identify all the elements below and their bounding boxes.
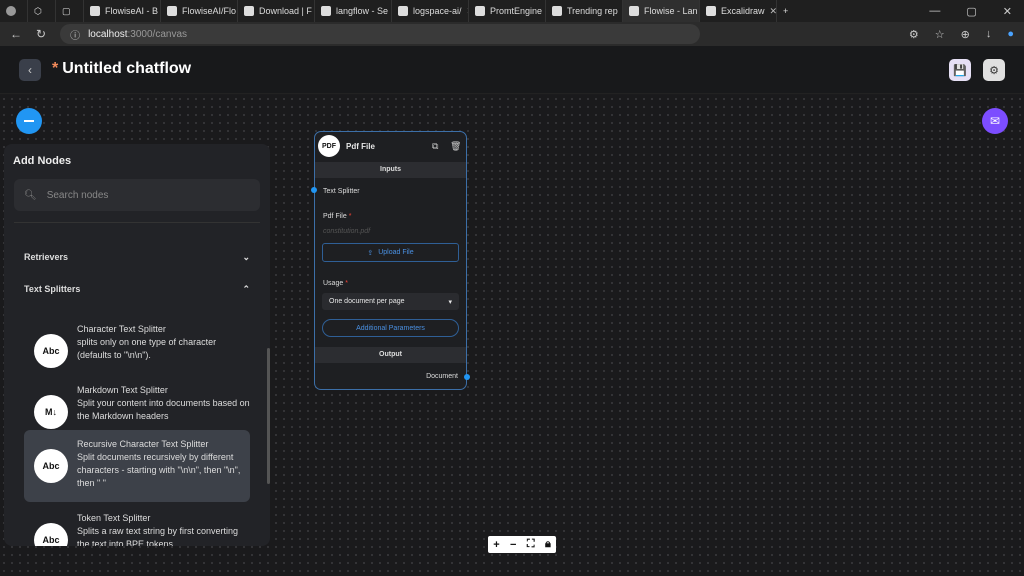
pdf-file-node[interactable]: PDF Pdf File ⧉ 🗑︎ Inputs Text Splitter P… xyxy=(314,131,467,390)
page-title: * Untitled chatflow xyxy=(52,60,192,77)
back-button[interactable]: ‹ xyxy=(19,59,41,81)
downloads-icon[interactable]: ↓ xyxy=(986,28,992,41)
output-section: Output xyxy=(315,347,466,363)
upload-icon: ⇪ xyxy=(367,249,374,257)
new-tab-button[interactable]: + xyxy=(777,0,801,22)
close-tab-icon[interactable]: ✕ xyxy=(770,6,776,17)
additional-parameters-button[interactable]: Additional Parameters xyxy=(322,319,459,337)
zoom-controls: + − ⛶ 🔒︎ xyxy=(488,536,556,553)
maximize-icon[interactable]: ▢ xyxy=(966,5,976,18)
extensions-icon[interactable]: ⚙ xyxy=(909,28,919,41)
node-type-icon: M↓ xyxy=(34,395,68,429)
pdf-icon: PDF xyxy=(318,135,340,157)
upload-file-button[interactable]: ⇪ Upload File xyxy=(322,243,459,262)
canvas-header: ‹ * Untitled chatflow 💾 ⚙ xyxy=(0,46,1024,94)
category-text-splitters[interactable]: Text Splitters ⌃ xyxy=(24,284,250,295)
fit-view-icon[interactable]: ⛶ xyxy=(527,538,535,551)
inputs-section: Inputs xyxy=(315,162,466,178)
profile-icon[interactable] xyxy=(0,0,28,22)
zoom-in-icon[interactable]: + xyxy=(493,539,499,551)
category-retrievers[interactable]: Retrievers ⌄ xyxy=(24,252,250,263)
favicon-icon xyxy=(475,6,485,16)
usage-select[interactable]: One document per page ▾ xyxy=(322,293,459,310)
chevron-down-icon: ⌄ xyxy=(242,252,250,262)
address-bar: ← ↻ ⓘ localhost:3000/canvas ⚙ ☆ ⊕ ↓ ● xyxy=(0,22,1024,46)
input-handle[interactable] xyxy=(311,187,317,193)
favicon-icon xyxy=(167,6,177,16)
favicon-icon xyxy=(321,6,331,16)
add-nodes-panel: Add Nodes 🔍︎ Search nodes Retrievers ⌄ Tex… xyxy=(4,144,270,546)
browser-tab[interactable]: PromtEngine✕ xyxy=(469,0,546,22)
favicon-icon xyxy=(90,6,100,16)
usage-label: Usage * xyxy=(323,280,348,287)
browser-tab[interactable]: Download | F✕ xyxy=(238,0,315,22)
url-input[interactable]: ⓘ localhost:3000/canvas xyxy=(60,24,701,44)
favicon-icon xyxy=(629,6,639,16)
settings-button[interactable]: ⚙ xyxy=(983,59,1005,81)
dropdown-icon: ▾ xyxy=(448,298,452,306)
favicon-icon xyxy=(706,6,716,16)
browser-tab[interactable]: logspace-ai/✕ xyxy=(392,0,469,22)
delete-icon[interactable]: 🗑︎ xyxy=(450,141,461,152)
favicon-icon xyxy=(552,6,562,16)
minimize-icon[interactable]: — xyxy=(929,5,940,18)
node-type-icon: Abc xyxy=(34,449,68,483)
chat-button[interactable]: ✉ xyxy=(982,108,1008,134)
copilot-icon[interactable]: ● xyxy=(1007,28,1014,41)
tab-actions-icon[interactable]: ▢ xyxy=(56,0,84,22)
collections-icon[interactable]: ⊕ xyxy=(961,28,970,41)
close-window-icon[interactable]: ✕ xyxy=(1003,5,1012,18)
zoom-out-icon[interactable]: − xyxy=(510,539,516,551)
chevron-up-icon: ⌃ xyxy=(242,284,250,294)
browser-tab[interactable]: Excalidraw ✕ xyxy=(700,0,777,22)
node-list-item[interactable]: Abc Recursive Character Text Splitter Spli… xyxy=(24,430,250,502)
browser-tab[interactable]: Flowise - Lan✕ xyxy=(623,0,700,22)
browser-tab[interactable]: FlowiseAI - B✕ xyxy=(84,0,161,22)
pdf-file-label: Pdf File * xyxy=(323,213,352,220)
node-title: Pdf File xyxy=(346,142,375,151)
back-icon[interactable]: ← xyxy=(10,27,22,41)
minus-icon xyxy=(24,120,34,122)
collapse-add-nodes-button[interactable] xyxy=(16,108,42,134)
document-output: Document xyxy=(426,373,458,380)
search-icon: 🔍︎ xyxy=(24,189,37,201)
search-input[interactable]: 🔍︎ Search nodes xyxy=(14,179,260,211)
output-handle[interactable] xyxy=(464,374,470,380)
browser-tab[interactable]: langflow - Se✕ xyxy=(315,0,392,22)
favorites-icon[interactable]: ☆ xyxy=(935,28,945,41)
browser-tab[interactable]: FlowiseAI/Flo✕ xyxy=(161,0,238,22)
text-splitter-input: Text Splitter xyxy=(323,188,360,195)
save-button[interactable]: 💾 xyxy=(949,59,971,81)
favicon-icon xyxy=(244,6,254,16)
panel-title: Add Nodes xyxy=(13,155,72,167)
lock-icon[interactable]: 🔒︎ xyxy=(545,538,551,551)
browser-tab[interactable]: Trending rep✕ xyxy=(546,0,623,22)
scrollbar[interactable] xyxy=(267,348,270,484)
duplicate-icon[interactable]: ⧉ xyxy=(432,141,438,152)
reload-icon[interactable]: ↻ xyxy=(36,27,46,41)
workspaces-icon[interactable]: ⬡ xyxy=(28,0,56,22)
node-type-icon: Abc xyxy=(34,523,68,546)
node-type-icon: Abc xyxy=(34,334,68,368)
browser-tab-bar: ⬡ ▢ FlowiseAI - B✕FlowiseAI/Flo✕Download… xyxy=(0,0,1024,22)
info-icon: ⓘ xyxy=(70,30,81,42)
divider xyxy=(14,222,260,223)
node-list-item[interactable]: Abc Token Text Splitter Splits a raw text … xyxy=(24,504,250,546)
favicon-icon xyxy=(398,6,408,16)
file-name: constitution.pdf xyxy=(323,228,371,235)
